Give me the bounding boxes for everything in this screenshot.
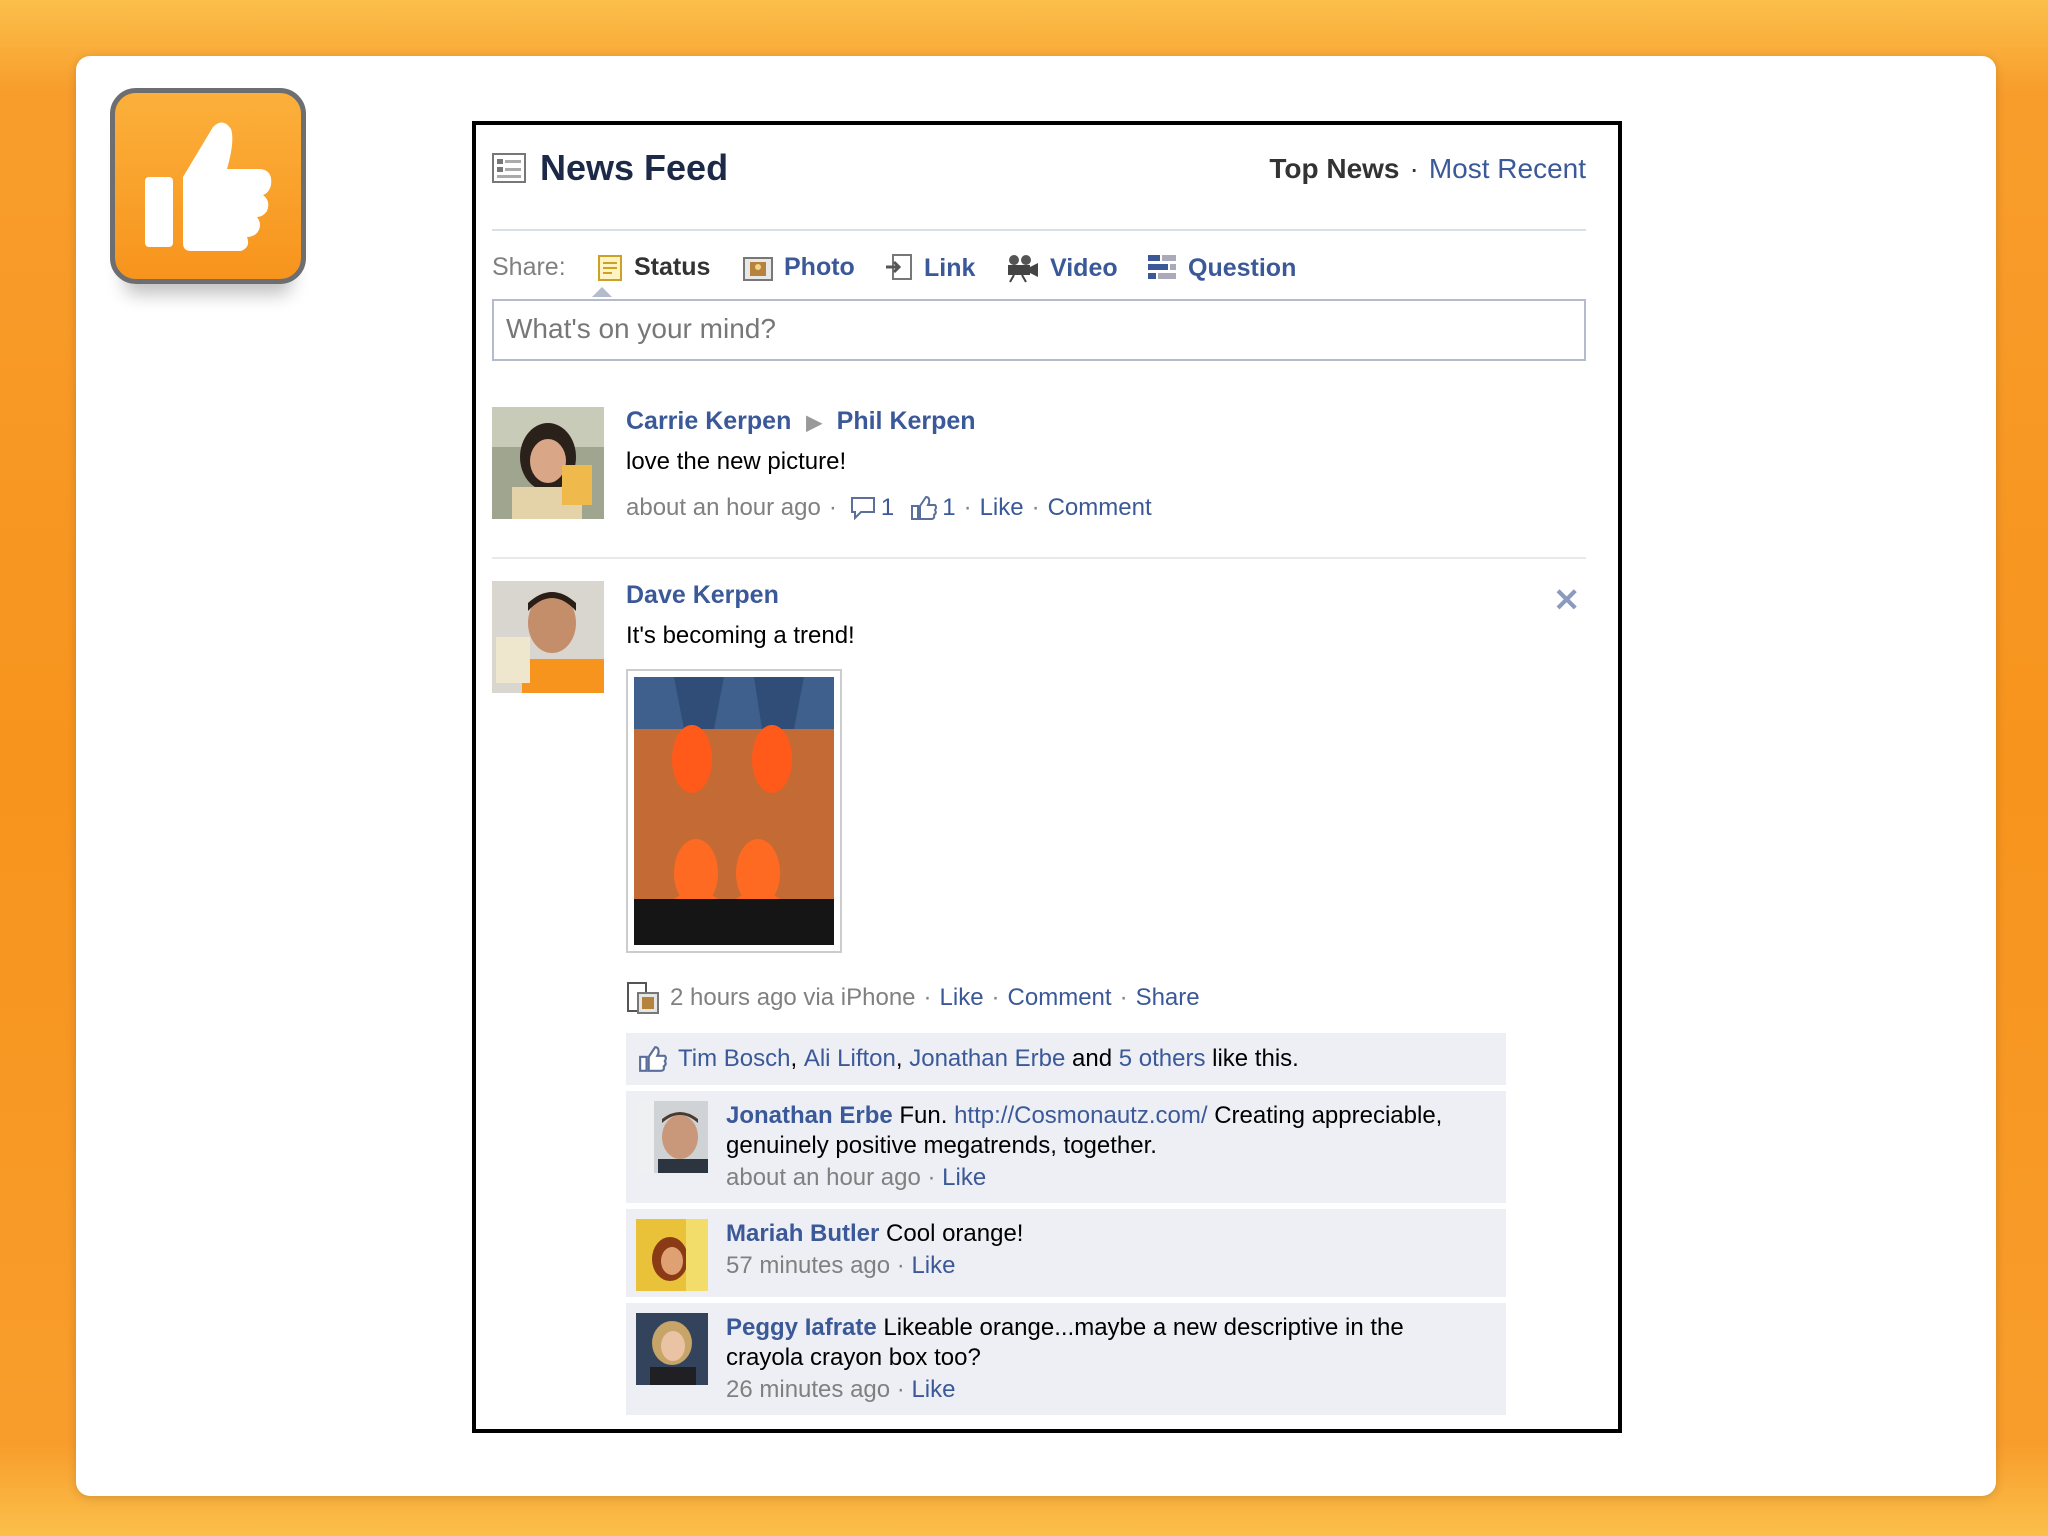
share-question-button[interactable]: Question [1146, 253, 1296, 283]
likes-count[interactable]: 1 [942, 494, 955, 522]
comment-item: Mariah Butler Cool orange! 57 minutes ag… [626, 1209, 1506, 1297]
share-status-button[interactable]: Status [596, 253, 710, 282]
share-photo-button[interactable]: Photo [742, 253, 855, 282]
comment-like-link[interactable]: Like [911, 1376, 955, 1403]
arrow-right-icon: ▶ [806, 412, 822, 434]
avatar[interactable] [492, 581, 604, 693]
like-link[interactable]: Like [940, 984, 984, 1012]
share-question-label: Question [1188, 253, 1297, 282]
comment-timestamp: about an hour ago [726, 1164, 921, 1191]
tab-top-news[interactable]: Top News [1269, 153, 1399, 184]
comment-item: Jonathan Erbe Fun. http://Cosmonautz.com… [626, 1091, 1506, 1203]
story-target-link[interactable]: Phil Kerpen [837, 407, 976, 435]
orange-shoes-photo [634, 677, 834, 945]
share-label: Share: [492, 253, 566, 281]
feed-tabs: Top News · Most Recent [1269, 153, 1586, 185]
question-icon [1148, 255, 1176, 279]
likes-summary: Tim Bosch, Ali Lifton, Jonathan Erbe and… [626, 1033, 1506, 1085]
share-video-button[interactable]: Video [1004, 253, 1118, 283]
story-photo[interactable] [626, 669, 842, 953]
tab-most-recent[interactable]: Most Recent [1429, 153, 1586, 184]
comment-link[interactable]: Comment [1008, 984, 1112, 1012]
status-caret [592, 287, 612, 297]
comment-author-link[interactable]: Peggy Iafrate [726, 1314, 877, 1341]
comment-bubble-icon [850, 497, 875, 521]
story-message: It's becoming a trend! [626, 622, 855, 649]
mobile-photo-icon [627, 982, 659, 1014]
likeable-logo [110, 88, 306, 284]
comment-text: Fun. [899, 1102, 948, 1129]
story-timestamp[interactable]: 2 hours ago via iPhone [670, 984, 916, 1012]
news-feed-icon [492, 153, 526, 183]
story-author-link[interactable]: Dave Kerpen [626, 581, 779, 609]
thumbs-up-icon [639, 1046, 667, 1072]
story-body: Dave Kerpen It's becoming a trend! [626, 581, 1576, 650]
comment-timestamp: 57 minutes ago [726, 1252, 891, 1279]
photo-icon [743, 256, 773, 281]
thumbs-up-icon [911, 495, 938, 520]
share-video-label: Video [1050, 253, 1118, 282]
thumbs-up-icon [145, 122, 272, 251]
likes-and: and [1072, 1045, 1113, 1072]
liker-link[interactable]: Tim Bosch [678, 1045, 790, 1073]
liker-link[interactable]: Jonathan Erbe [909, 1045, 1065, 1073]
comment-timestamp: 26 minutes ago [726, 1376, 891, 1403]
story-divider [492, 557, 1586, 559]
video-camera-icon [1008, 255, 1038, 283]
comment-avatar[interactable] [636, 1313, 708, 1385]
share-status-label: Status [634, 253, 711, 281]
status-input[interactable]: What's on your mind? [492, 299, 1586, 361]
status-icon [598, 254, 622, 281]
page-title: News Feed [540, 147, 729, 188]
comment-like-link[interactable]: Like [911, 1252, 955, 1279]
separator: · [828, 494, 837, 521]
share-bar: Share: Status Photo Link Video Question [492, 247, 1586, 297]
story-author-link[interactable]: Carrie Kerpen [626, 407, 791, 435]
link-icon [886, 254, 912, 280]
liker-link[interactable]: Ali Lifton [804, 1045, 896, 1073]
share-link[interactable]: Share [1136, 984, 1200, 1012]
story-timestamp[interactable]: about an hour ago [626, 494, 821, 522]
comment-avatar[interactable] [636, 1219, 708, 1291]
comment-avatar[interactable] [636, 1101, 708, 1173]
comment-author-link[interactable]: Mariah Butler [726, 1220, 879, 1247]
story-meta: 2 hours ago via iPhone · Like · Comment … [626, 981, 1200, 1015]
share-photo-label: Photo [784, 253, 855, 281]
share-link-button[interactable]: Link [884, 253, 975, 283]
likes-suffix: like this. [1212, 1045, 1299, 1072]
tab-separator: · [1409, 153, 1419, 184]
comments-count[interactable]: 1 [881, 494, 894, 522]
story-message: love the new picture! [626, 448, 847, 475]
comment-link[interactable]: Comment [1048, 494, 1152, 522]
news-feed-panel: News Feed Top News · Most Recent Share: St… [472, 121, 1622, 1433]
comment-text: Cool orange! [886, 1220, 1024, 1247]
comment-author-link[interactable]: Jonathan Erbe [726, 1102, 893, 1129]
feed-header: News Feed Top News · Most Recent [492, 147, 1586, 188]
comment-item: Peggy Iafrate Likeable orange...maybe a … [626, 1303, 1506, 1415]
comment-like-link[interactable]: Like [942, 1164, 986, 1191]
comment-url-link[interactable]: http://Cosmonautz.com/ [954, 1102, 1207, 1129]
like-link[interactable]: Like [980, 494, 1024, 522]
share-link-label: Link [924, 253, 976, 282]
likes-others-link[interactable]: 5 others [1119, 1045, 1206, 1073]
story-body: Carrie Kerpen ▶ Phil Kerpen love the new… [626, 407, 1576, 522]
avatar[interactable] [492, 407, 604, 519]
header-divider [492, 229, 1586, 231]
